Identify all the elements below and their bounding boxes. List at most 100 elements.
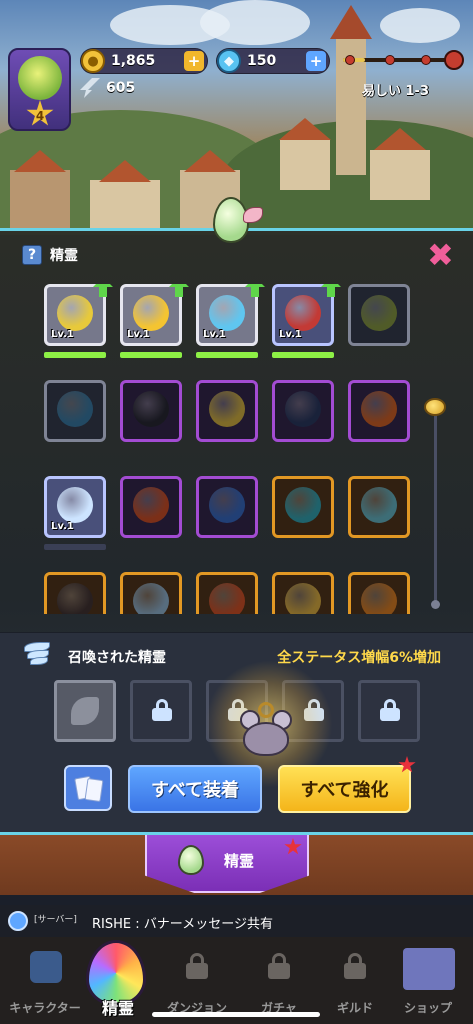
upgrade-arrow-icon bbox=[93, 284, 113, 297]
spirit-portrait bbox=[133, 391, 169, 427]
cloud bbox=[380, 8, 460, 43]
spirit-card[interactable] bbox=[44, 380, 106, 442]
equip-all-button[interactable]: すべて装着 bbox=[128, 765, 262, 813]
nav-character-label: キャラクター bbox=[9, 1001, 81, 1015]
spirit-egg-icon bbox=[205, 193, 263, 249]
mouse-pet[interactable] bbox=[243, 722, 289, 756]
spirit-portrait bbox=[133, 487, 169, 523]
spirit-card[interactable] bbox=[196, 476, 258, 538]
wing-icon bbox=[22, 638, 56, 668]
spirit-card[interactable]: Lv.1 bbox=[196, 284, 265, 346]
wing-icon bbox=[71, 697, 99, 725]
stage-label: 易しい 1-3 bbox=[362, 84, 430, 99]
spirit-card[interactable] bbox=[348, 284, 410, 346]
boss-icon bbox=[444, 50, 464, 70]
spirit-card[interactable] bbox=[348, 380, 410, 442]
roof bbox=[99, 160, 151, 182]
summon-slot-5-locked[interactable] bbox=[358, 680, 420, 742]
scrollbar-track[interactable] bbox=[434, 410, 437, 605]
spirit-card[interactable]: Lv.1 bbox=[44, 476, 106, 538]
summon-slot-1[interactable] bbox=[54, 680, 116, 742]
spirit-card[interactable] bbox=[272, 572, 334, 614]
panel-title-row: ? 精霊 bbox=[22, 245, 78, 265]
spirit-card[interactable] bbox=[348, 572, 410, 614]
house bbox=[10, 170, 70, 230]
nav-shop-label: ショップ bbox=[403, 1001, 452, 1015]
spirit-exp-fill bbox=[44, 352, 106, 358]
player-avatar[interactable]: 4 bbox=[8, 48, 71, 131]
spirit-exp-bar bbox=[44, 544, 106, 550]
cloud bbox=[200, 0, 310, 45]
spirit-card[interactable]: Lv.1 bbox=[120, 284, 189, 346]
spirit-card[interactable] bbox=[272, 380, 334, 442]
nav-spirit-label: 精霊 bbox=[101, 999, 134, 1018]
gem-icon: ◆ bbox=[217, 49, 241, 73]
player-level-star: 4 bbox=[26, 100, 54, 126]
spirit-portrait bbox=[57, 583, 93, 614]
stage-node bbox=[421, 55, 431, 65]
lock-icon bbox=[344, 953, 366, 979]
lock-icon bbox=[186, 953, 208, 979]
roof bbox=[374, 128, 426, 150]
house bbox=[90, 180, 160, 230]
spirit-card[interactable] bbox=[348, 476, 410, 538]
nav-shop[interactable]: ショップ bbox=[383, 937, 473, 1024]
close-icon[interactable]: ✖ bbox=[427, 239, 454, 271]
spirit-card[interactable] bbox=[120, 572, 182, 614]
upgrade-arrow-icon bbox=[169, 284, 189, 297]
upgrade-all-button[interactable]: すべて強化 bbox=[278, 765, 411, 813]
spirit-portrait bbox=[209, 295, 245, 331]
speaker-icon bbox=[8, 911, 28, 931]
spirit-exp-fill bbox=[272, 352, 334, 358]
spirit-card[interactable] bbox=[44, 572, 106, 614]
spirit-portrait bbox=[361, 487, 397, 523]
spirit-portrait bbox=[361, 295, 397, 331]
spirit-card[interactable]: Lv.1 bbox=[44, 284, 113, 346]
gem-value: 150 bbox=[247, 53, 277, 69]
add-gems-button[interactable]: + bbox=[306, 51, 326, 71]
roof bbox=[14, 150, 66, 172]
collection-cards-button[interactable] bbox=[64, 765, 112, 811]
summon-slot-2-locked[interactable] bbox=[130, 680, 192, 742]
spirit-level: Lv.1 bbox=[127, 329, 150, 340]
spirit-level: Lv.1 bbox=[51, 329, 74, 340]
home-indicator[interactable] bbox=[152, 1012, 320, 1017]
spirit-card[interactable] bbox=[120, 380, 182, 442]
spirit-card[interactable] bbox=[120, 476, 182, 538]
banner-tag: [サーバー] bbox=[34, 915, 77, 925]
help-icon[interactable]: ? bbox=[22, 245, 42, 265]
summoned-title: 召喚された精霊 bbox=[68, 650, 166, 666]
spirit-card[interactable] bbox=[196, 380, 258, 442]
add-coins-button[interactable]: + bbox=[184, 51, 204, 71]
server-banner[interactable]: [サーバー] RISHE : バナーメッセージ共有 bbox=[0, 905, 473, 937]
church-tower-roof bbox=[330, 5, 372, 39]
spirit-card[interactable] bbox=[272, 476, 334, 538]
nav-dungeon-locked[interactable]: ダンジョン bbox=[152, 937, 242, 1024]
house bbox=[280, 140, 330, 190]
lock-icon bbox=[268, 953, 290, 979]
scrollbar-handle[interactable] bbox=[424, 398, 446, 416]
spirit-exp-fill bbox=[120, 352, 182, 358]
coin-value: 1,865 bbox=[111, 53, 156, 69]
lock-icon bbox=[380, 699, 400, 721]
spirit-card[interactable] bbox=[196, 572, 258, 614]
spirit-level: Lv.1 bbox=[279, 329, 302, 340]
spirit-portrait bbox=[57, 487, 93, 523]
spirit-portrait bbox=[361, 583, 397, 614]
card-icon bbox=[84, 777, 104, 803]
avatar-face bbox=[18, 56, 62, 100]
stage-progress-track bbox=[343, 55, 451, 65]
spirit-card[interactable]: Lv.1 bbox=[272, 284, 341, 346]
spirit-portrait bbox=[57, 391, 93, 427]
coin-counter: ● 1,865 + bbox=[80, 48, 208, 74]
spirit-level: Lv.1 bbox=[203, 329, 226, 340]
nav-character[interactable]: キャラクター bbox=[0, 937, 90, 1024]
spirit-portrait bbox=[133, 295, 169, 331]
spirit-portrait bbox=[285, 295, 321, 331]
stage-node bbox=[385, 55, 395, 65]
spirit-portrait bbox=[285, 583, 321, 614]
spirit-exp-fill bbox=[196, 352, 258, 358]
roof bbox=[279, 118, 331, 140]
stat-bonus-text: 全ステータス増幅6%増加 bbox=[277, 650, 441, 666]
spirit-portrait bbox=[209, 583, 245, 614]
